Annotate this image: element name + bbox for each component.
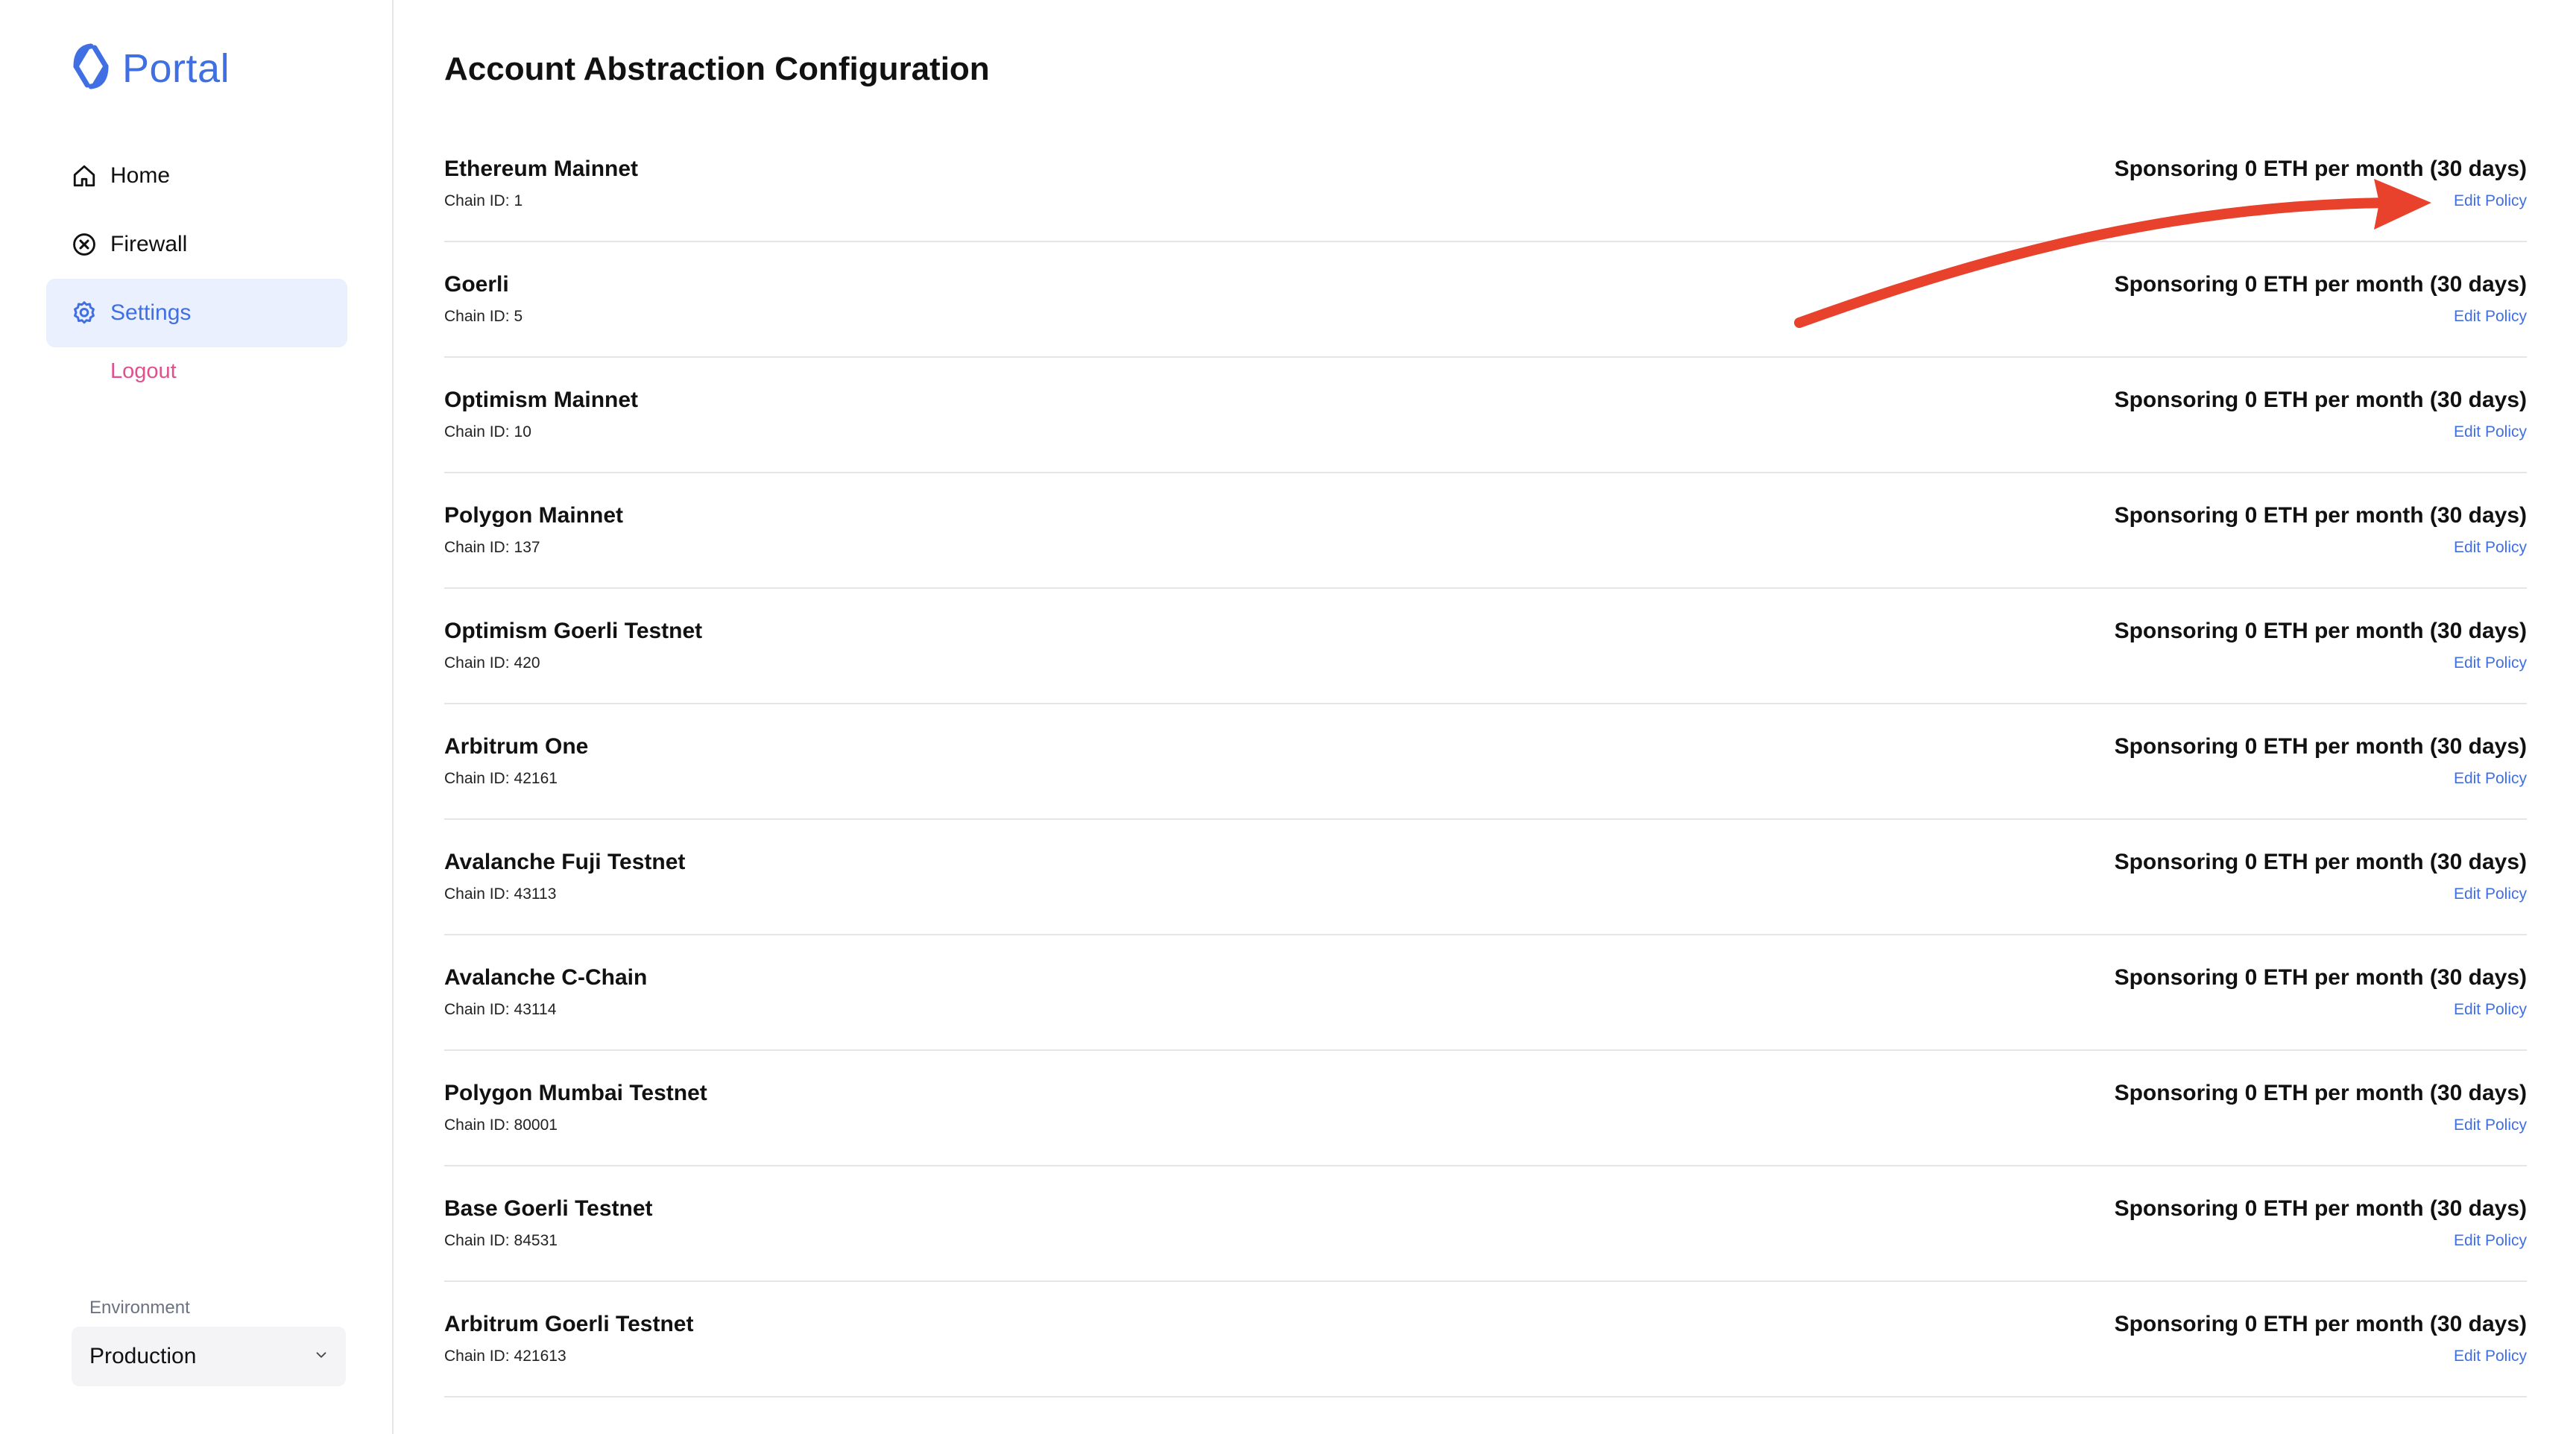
environment-label: Environment (89, 1298, 190, 1318)
page-title: Account Abstraction Configuration (444, 51, 990, 87)
chain-id-value: 137 (514, 539, 540, 556)
chain-name: Polygon Mainnet (444, 503, 623, 528)
chain-id-label: Chain ID: (444, 1348, 510, 1365)
chain-id: Chain ID: 84531 (444, 1232, 558, 1250)
chain-name: Arbitrum Goerli Testnet (444, 1312, 694, 1336)
chain-name: Polygon Mumbai Testnet (444, 1081, 707, 1105)
home-icon (70, 162, 98, 190)
chain-name: Base Goerli Testnet (444, 1196, 653, 1221)
chain-row: Optimism Mainnet Chain ID: 10 Sponsoring 0 … (444, 358, 2527, 473)
sponsoring-amount: Sponsoring 0 ETH per month (30 days) (2114, 1312, 2527, 1336)
edit-policy-link[interactable]: Edit Policy (2454, 1348, 2527, 1365)
edit-policy-link[interactable]: Edit Policy (2454, 885, 2527, 903)
sponsoring-amount: Sponsoring 0 ETH per month (30 days) (2114, 1196, 2527, 1221)
chain-id-value: 10 (514, 423, 531, 440)
edit-policy-link[interactable]: Edit Policy (2454, 1001, 2527, 1019)
edit-policy-link[interactable]: Edit Policy (2454, 539, 2527, 557)
sidebar-item-label: Settings (110, 300, 192, 325)
edit-policy-link[interactable]: Edit Policy (2454, 654, 2527, 672)
chain-name: Avalanche C-Chain (444, 965, 648, 990)
chain-row: Arbitrum Goerli Testnet Chain ID: 421613 Sp… (444, 1282, 2527, 1397)
chain-row: Avalanche C-Chain Chain ID: 43114 Sponsorin… (444, 935, 2527, 1051)
chain-id-label: Chain ID: (444, 654, 510, 672)
edit-policy-link[interactable]: Edit Policy (2454, 192, 2527, 210)
chain-row: Polygon Mainnet Chain ID: 137 Sponsoring 0 … (444, 473, 2527, 589)
sponsoring-amount: Sponsoring 0 ETH per month (30 days) (2114, 157, 2527, 181)
chain-id: Chain ID: 1 (444, 192, 523, 210)
chain-row: Ethereum Mainnet Chain ID: 1 Sponsoring 0 E… (444, 127, 2527, 242)
chain-name: Ethereum Mainnet (444, 157, 639, 181)
chain-id: Chain ID: 43114 (444, 1001, 556, 1019)
sidebar-item-settings[interactable]: Settings (46, 279, 347, 347)
chain-id-label: Chain ID: (444, 423, 510, 440)
chain-id: Chain ID: 137 (444, 539, 540, 557)
edit-policy-link[interactable]: Edit Policy (2454, 308, 2527, 326)
chain-name: Arbitrum One (444, 734, 589, 759)
chain-id-label: Chain ID: (444, 885, 510, 903)
sponsoring-amount: Sponsoring 0 ETH per month (30 days) (2114, 503, 2527, 528)
environment-select[interactable]: Production (72, 1327, 346, 1386)
sponsoring-amount: Sponsoring 0 ETH per month (30 days) (2114, 272, 2527, 297)
chain-id-value: 5 (514, 308, 523, 325)
chain-name: Optimism Goerli Testnet (444, 619, 703, 643)
sponsoring-amount: Sponsoring 0 ETH per month (30 days) (2114, 1081, 2527, 1105)
chain-id: Chain ID: 42161 (444, 770, 558, 788)
chain-id: Chain ID: 80001 (444, 1116, 558, 1134)
chain-id: Chain ID: 10 (444, 423, 531, 441)
environment-selected-value: Production (89, 1344, 197, 1368)
sponsoring-amount: Sponsoring 0 ETH per month (30 days) (2114, 388, 2527, 412)
chain-id-value: 84531 (514, 1232, 558, 1249)
sidebar-item-label: Firewall (110, 232, 188, 256)
portal-logo[interactable]: Portal (69, 43, 230, 93)
chain-list: Ethereum Mainnet Chain ID: 1 Sponsoring 0 E… (444, 127, 2527, 1397)
edit-policy-link[interactable]: Edit Policy (2454, 1232, 2527, 1250)
logout-link[interactable]: Logout (46, 347, 347, 395)
chain-id-label: Chain ID: (444, 192, 510, 209)
chain-id-label: Chain ID: (444, 1116, 510, 1134)
brand-name: Portal (122, 45, 230, 91)
chain-row: Avalanche Fuji Testnet Chain ID: 43113 Spon… (444, 820, 2527, 935)
x-circle-icon (70, 230, 98, 259)
chain-id: Chain ID: 420 (444, 654, 540, 672)
chain-id-value: 420 (514, 654, 540, 672)
gear-icon (70, 299, 98, 327)
sidebar-item-label: Home (110, 163, 171, 188)
edit-policy-link[interactable]: Edit Policy (2454, 423, 2527, 441)
chain-id-value: 1 (514, 192, 523, 209)
chain-id-label: Chain ID: (444, 1001, 510, 1018)
chain-name: Optimism Mainnet (444, 388, 639, 412)
sidebar-item-home[interactable]: Home (46, 142, 347, 210)
chain-id-value: 43113 (514, 885, 557, 903)
chain-row: Arbitrum One Chain ID: 42161 Sponsoring 0 E… (444, 704, 2527, 820)
edit-policy-link[interactable]: Edit Policy (2454, 1116, 2527, 1134)
edit-policy-link[interactable]: Edit Policy (2454, 770, 2527, 788)
chain-id: Chain ID: 421613 (444, 1348, 566, 1365)
sponsoring-amount: Sponsoring 0 ETH per month (30 days) (2114, 619, 2527, 643)
chevron-down-icon (313, 1344, 329, 1369)
sponsoring-amount: Sponsoring 0 ETH per month (30 days) (2114, 850, 2527, 874)
chain-id: Chain ID: 43113 (444, 885, 556, 903)
sidebar-item-firewall[interactable]: Firewall (46, 210, 347, 279)
chain-id-value: 42161 (514, 770, 558, 787)
chain-row: Goerli Chain ID: 5 Sponsoring 0 ETH per mon… (444, 242, 2527, 358)
chain-id-label: Chain ID: (444, 1232, 510, 1249)
sponsoring-amount: Sponsoring 0 ETH per month (30 days) (2114, 965, 2527, 990)
chain-row: Polygon Mumbai Testnet Chain ID: 80001 Spon… (444, 1051, 2527, 1166)
chain-row: Optimism Goerli Testnet Chain ID: 420 Spons… (444, 589, 2527, 704)
sidebar: Portal Home Firewall Settings Logout Env… (0, 0, 394, 1434)
sidebar-nav: Home Firewall Settings Logout (46, 142, 347, 395)
chain-id: Chain ID: 5 (444, 308, 523, 326)
chain-id-label: Chain ID: (444, 539, 510, 556)
chain-name: Avalanche Fuji Testnet (444, 850, 686, 874)
portal-logo-icon (69, 43, 113, 93)
chain-id-value: 421613 (514, 1348, 566, 1365)
sponsoring-amount: Sponsoring 0 ETH per month (30 days) (2114, 734, 2527, 759)
chain-id-value: 80001 (514, 1116, 558, 1134)
chain-name: Goerli (444, 272, 509, 297)
chain-row: Base Goerli Testnet Chain ID: 84531 Sponsor… (444, 1166, 2527, 1282)
app-window: Portal Home Firewall Settings Logout Env… (0, 0, 2576, 1434)
chain-id-label: Chain ID: (444, 770, 510, 787)
chain-id-label: Chain ID: (444, 308, 510, 325)
chain-id-value: 43114 (514, 1001, 557, 1018)
